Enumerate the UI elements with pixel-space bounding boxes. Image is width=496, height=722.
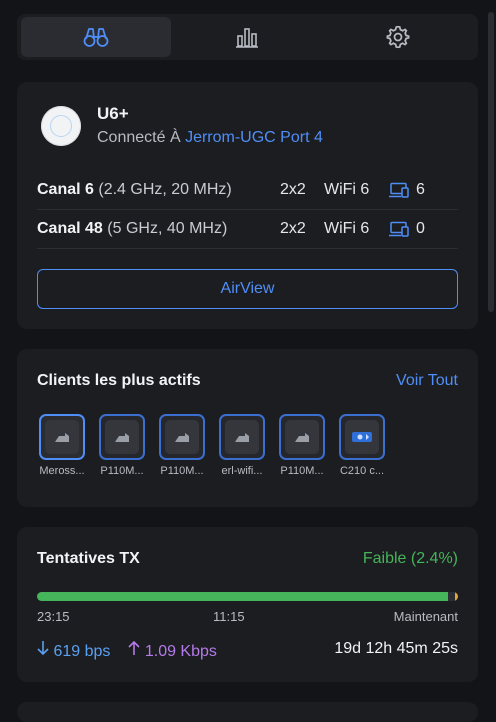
tab-statistics[interactable]: [172, 17, 322, 57]
channel-detail: (2.4 GHz, 20 MHz): [98, 181, 232, 198]
client-label: erl-wifi...: [221, 465, 263, 477]
radio-mimo: 2x2: [280, 220, 306, 237]
radio-row: Canal 6 (2.4 GHz, 20 MHz) 2x2 WiFi 6 6: [37, 171, 458, 210]
client-label: C210 c...: [339, 465, 385, 477]
connected-label: Connecté À: [97, 129, 181, 146]
camera-icon: [352, 432, 372, 442]
tab-settings[interactable]: [323, 17, 473, 57]
device-connection: Connecté À Jerrom-UGC Port 4: [97, 129, 323, 147]
next-card: [17, 702, 478, 722]
smart-plug-icon: [235, 433, 249, 442]
client-count: 6: [416, 181, 425, 198]
download-rate-value: 619 bps: [53, 643, 111, 660]
devices-icon: [389, 221, 409, 237]
tx-bar-good: [37, 592, 448, 601]
arrow-up-icon: [128, 640, 140, 655]
client-label: Meross...: [39, 465, 85, 477]
tx-bar-retries: [454, 592, 458, 601]
client-label: P110M...: [100, 465, 144, 477]
download-rate: 619 bps: [37, 640, 110, 661]
arrow-down-icon: [37, 641, 49, 656]
tx-retry-bar: [37, 592, 458, 601]
device-card: U6+ Connecté À Jerrom-UGC Port 4 Canal 6…: [17, 82, 478, 329]
client-item[interactable]: Meross...: [37, 414, 87, 477]
devices-icon: [389, 182, 409, 198]
client-item[interactable]: erl-wifi...: [217, 414, 267, 477]
timeline-start: 23:15: [37, 609, 70, 624]
radio-standard: WiFi 6: [324, 220, 370, 237]
uptime: 19d 12h 45m 25s: [334, 640, 458, 657]
channel-name: Canal 6: [37, 181, 94, 198]
tx-status: Faible (2.4%): [362, 550, 458, 567]
bar-chart-icon: [236, 28, 258, 48]
channel-detail: (5 GHz, 40 MHz): [107, 220, 228, 237]
access-point-icon: [41, 106, 81, 146]
client-item[interactable]: P110M...: [277, 414, 327, 477]
uplink-link[interactable]: Jerrom-UGC Port 4: [185, 129, 323, 146]
tx-retries-card: Tentatives TX Faible (2.4%) 23:15 11:15 …: [17, 527, 478, 682]
upload-rate: 1.09 Kbps: [128, 640, 217, 661]
client-item[interactable]: C210 c...: [337, 414, 387, 477]
top-clients-card: Clients les plus actifs Voir Tout Meross…: [17, 349, 478, 507]
client-label: P110M...: [280, 465, 324, 477]
client-list: Meross... P110M... P110M... erl-wifi... …: [37, 414, 387, 477]
throughput: 619 bps 1.09 Kbps: [37, 640, 217, 661]
radio-clients: 6: [388, 181, 425, 199]
channel-name: Canal 48: [37, 220, 103, 237]
smart-plug-icon: [55, 433, 69, 442]
gear-icon: [386, 25, 410, 49]
client-item[interactable]: P110M...: [97, 414, 147, 477]
radio-channel: Canal 6 (2.4 GHz, 20 MHz): [37, 181, 280, 199]
smart-plug-icon: [295, 433, 309, 442]
smart-plug-icon: [175, 433, 189, 442]
top-clients-title: Clients les plus actifs: [37, 372, 201, 389]
airview-button[interactable]: AirView: [37, 269, 458, 309]
upload-rate-value: 1.09 Kbps: [144, 643, 217, 660]
radio-mimo: 2x2: [280, 181, 306, 198]
timeline-end: Maintenant: [393, 609, 458, 624]
smart-plug-icon: [115, 433, 129, 442]
radio-clients: 0: [388, 220, 425, 238]
radio-channel: Canal 48 (5 GHz, 40 MHz): [37, 220, 280, 238]
timeline-mid: 11:15: [213, 609, 245, 624]
tx-title: Tentatives TX: [37, 550, 140, 567]
binoculars-icon: [83, 28, 109, 47]
see-all-link[interactable]: Voir Tout: [396, 372, 458, 390]
view-tabs: [17, 14, 478, 60]
tab-overview[interactable]: [21, 17, 171, 57]
device-name: U6+: [97, 104, 129, 123]
scrollbar[interactable]: [488, 12, 494, 312]
client-count: 0: [416, 220, 425, 237]
client-label: P110M...: [160, 465, 204, 477]
client-item[interactable]: P110M...: [157, 414, 207, 477]
radio-standard: WiFi 6: [324, 181, 370, 198]
radio-row: Canal 48 (5 GHz, 40 MHz) 2x2 WiFi 6 0: [37, 210, 458, 249]
